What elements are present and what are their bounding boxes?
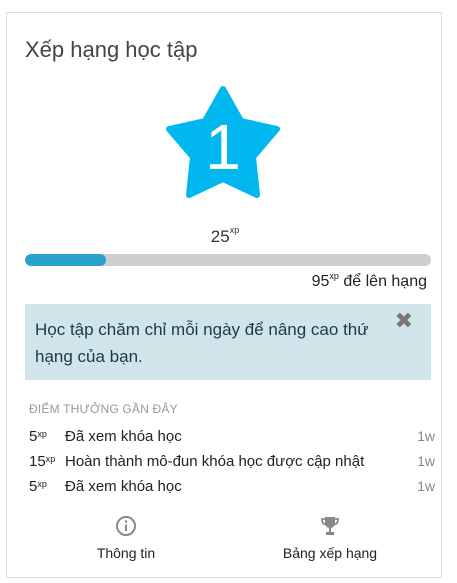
list-item: 15xp Hoàn thành mô-đun khóa học được cập… [29, 449, 435, 474]
rank-number: 1 [205, 111, 241, 183]
next-xp-unit: xp [329, 271, 339, 281]
learning-rank-card: Xếp hạng học tập 1 25xp 95xp để lên hạng… [6, 12, 442, 578]
next-rank-text: để lên hạng [338, 273, 427, 290]
xp-value: 25 [210, 227, 230, 246]
rank-progress-bar [25, 254, 431, 266]
next-rank-requirement: 95xp để lên hạng [311, 271, 427, 291]
info-circle-icon [116, 516, 136, 536]
rank-progress-fill [25, 254, 107, 266]
close-icon[interactable]: ✖ [395, 310, 413, 332]
tip-text: Học tập chăm chỉ mỗi ngày để nâng cao th… [35, 320, 369, 366]
next-xp-value: 95 [311, 273, 330, 290]
leaderboard-label: Bảng xếp hạng [282, 545, 378, 561]
trophy-icon [321, 517, 339, 535]
recent-points-list: 5xp Đã xem khóa học 1w 15xp Hoàn thành m… [29, 424, 435, 499]
list-item: 5xp Đã xem khóa học 1w [29, 424, 435, 449]
current-xp: 25xp [7, 225, 443, 247]
points-description: Hoàn thành mô-đun khóa học được cập nhật [65, 453, 365, 470]
list-item: 5xp Đã xem khóa học 1w [29, 474, 435, 499]
points-time: 1w [417, 478, 435, 494]
rank-star: 1 [163, 83, 283, 203]
card-title: Xếp hạng học tập [25, 37, 198, 62]
points-amount: 5xp [29, 478, 47, 495]
info-label: Thông tin [96, 545, 156, 561]
recent-points-heading: ĐIỂM THƯỞNG GẦN ĐÂY [29, 402, 178, 416]
leaderboard-button[interactable]: Bảng xếp hạng [245, 513, 415, 561]
info-button[interactable]: Thông tin [41, 513, 211, 561]
xp-unit: xp [229, 225, 240, 235]
points-description: Đã xem khóa học [65, 428, 182, 445]
tip-banner: Học tập chăm chỉ mỗi ngày để nâng cao th… [25, 304, 431, 380]
points-amount: 15xp [29, 453, 56, 470]
card-footer: Thông tin Bảng xếp hạng [7, 513, 443, 565]
points-time: 1w [417, 428, 435, 444]
points-amount: 5xp [29, 428, 47, 445]
points-time: 1w [417, 453, 435, 469]
points-description: Đã xem khóa học [65, 478, 182, 495]
